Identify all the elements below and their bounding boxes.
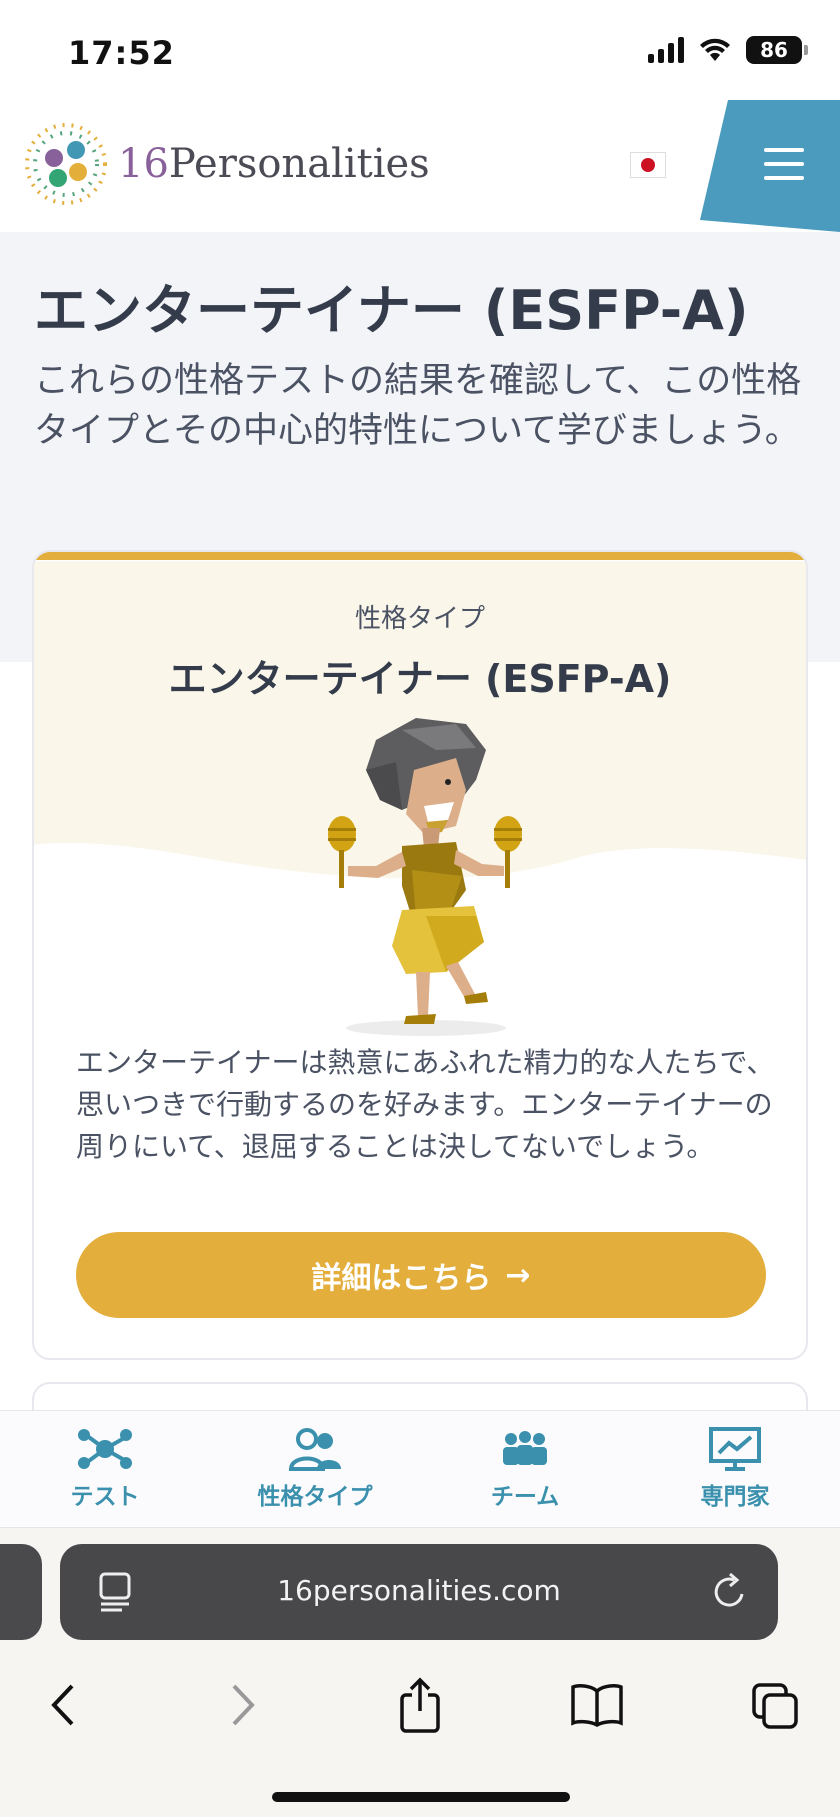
card-description: エンターテイナーは熱意にあふれた精力的な人たちで、思いつきで行動するのを好みます…: [76, 1046, 775, 1163]
status-bar: 17:52 86: [0, 0, 840, 100]
learn-more-label: 詳細はこちら: [311, 1261, 492, 1296]
nav-item-personality-types[interactable]: 性格タイプ: [210, 1411, 420, 1527]
site-header: 16Personalities: [0, 100, 840, 232]
card-label: 性格タイプ: [354, 604, 485, 634]
reload-icon[interactable]: [710, 1570, 750, 1612]
cellular-signal-icon: [648, 37, 684, 63]
home-indicator: [272, 1792, 570, 1802]
logo-dots-icon: [25, 123, 107, 205]
logo-text: 16Personalities: [118, 141, 430, 187]
previous-tab-peek[interactable]: [0, 1544, 42, 1640]
hamburger-icon: [764, 148, 804, 190]
browser-chrome: 16personalities.com: [0, 1528, 840, 1817]
share-icon: [400, 1677, 440, 1733]
chevron-left-icon: [51, 1684, 74, 1726]
nav-item-professionals[interactable]: 専門家: [630, 1411, 840, 1527]
nav-item-team[interactable]: チーム: [420, 1411, 630, 1527]
book-icon: [571, 1684, 623, 1727]
tabs-button[interactable]: [740, 1670, 810, 1740]
network-icon: [78, 1429, 132, 1469]
nav-item-test[interactable]: テスト: [0, 1411, 210, 1527]
nav-label: 性格タイプ: [257, 1484, 373, 1510]
bottom-app-nav: テスト 性格タイプ チーム 専門家: [0, 1410, 840, 1528]
share-button[interactable]: [385, 1670, 455, 1740]
nav-label: 専門家: [700, 1484, 770, 1510]
browser-toolbar: [0, 1670, 840, 1750]
forward-button[interactable]: [208, 1670, 278, 1740]
logo-number: 16: [118, 141, 169, 187]
card-accent-band: [34, 552, 806, 560]
arrow-right-icon: →: [505, 1257, 531, 1293]
address-bar[interactable]: 16personalities.com: [60, 1544, 778, 1640]
bookmarks-button[interactable]: [562, 1670, 632, 1740]
language-flag-icon[interactable]: [630, 152, 666, 178]
chevron-right-icon: [232, 1684, 255, 1726]
site-logo[interactable]: 16Personalities: [24, 122, 430, 206]
url-text: 16personalities.com: [277, 1574, 561, 1607]
people-icon: [288, 1428, 341, 1471]
back-button[interactable]: [28, 1670, 98, 1740]
page-subtitle: これらの性格テストの結果を確認して、この性格タイプとその中心的特性について学びま…: [34, 361, 802, 451]
page-title: エンターテイナー (ESFP-A): [34, 279, 749, 342]
status-icons: 86: [648, 36, 808, 64]
status-time: 17:52: [68, 34, 175, 72]
team-icon: [503, 1431, 547, 1465]
nav-label: チーム: [490, 1484, 560, 1510]
wifi-icon: [700, 38, 730, 61]
tabs-icon: [752, 1683, 798, 1729]
card-title: エンターテイナー (ESFP-A): [168, 657, 672, 701]
personality-card: 性格タイプ エンターテイナー (ESFP-A) エンターテイナーは熱意にあふれた…: [32, 550, 808, 1360]
battery-indicator: 86: [746, 36, 808, 64]
presentation-icon: [709, 1427, 761, 1471]
menu-button[interactable]: [700, 100, 840, 232]
learn-more-button[interactable]: 詳細はこちら →: [76, 1232, 766, 1318]
entertainer-illustration: [328, 718, 522, 1036]
logo-word: Personalities: [168, 141, 430, 187]
nav-label: テスト: [70, 1484, 140, 1510]
